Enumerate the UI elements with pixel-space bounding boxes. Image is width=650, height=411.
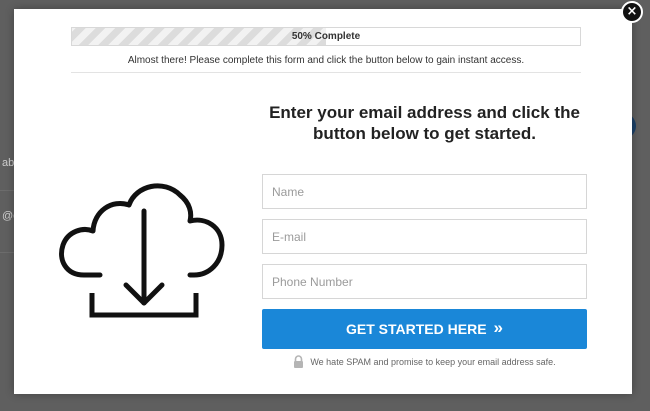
progress-label: 50% Complete — [291, 31, 361, 42]
progress-bar: 50% Complete — [71, 27, 581, 46]
get-started-button[interactable]: GET STARTED HERE » — [262, 309, 587, 349]
optin-modal: 50% Complete Almost there! Please comple… — [14, 9, 632, 394]
phone-field[interactable] — [262, 264, 587, 299]
modal-subtitle: Almost there! Please complete this form … — [127, 55, 525, 66]
lock-icon — [294, 355, 304, 368]
cloud-download-icon — [59, 183, 225, 318]
close-icon: × — [626, 4, 638, 19]
divider — [71, 72, 581, 73]
get-started-label: GET STARTED HERE — [346, 321, 487, 337]
spam-notice: We hate SPAM and promise to keep your em… — [262, 355, 587, 368]
name-field[interactable] — [262, 174, 587, 209]
close-button[interactable]: × — [621, 1, 643, 23]
background-divider — [0, 252, 14, 253]
email-field[interactable] — [262, 219, 587, 254]
chevron-right-icon: » — [493, 318, 503, 337]
background-divider — [0, 190, 14, 191]
modal-headline: Enter your email address and click the b… — [269, 103, 580, 143]
spam-notice-text: We hate SPAM and promise to keep your em… — [310, 356, 556, 367]
